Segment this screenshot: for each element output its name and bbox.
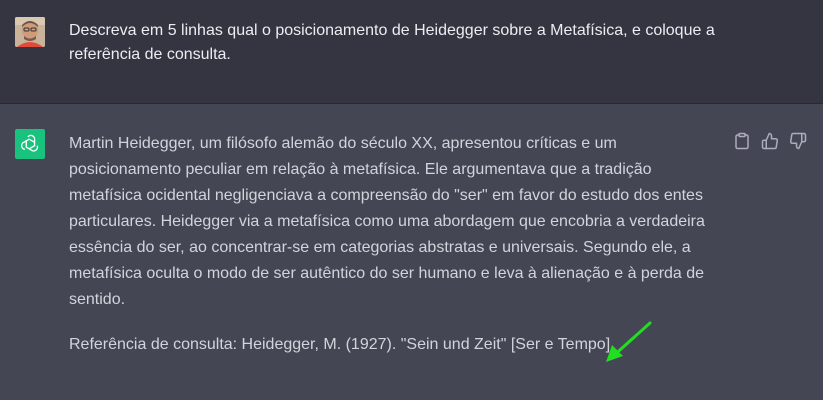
thumbs-down-icon[interactable] bbox=[789, 132, 807, 150]
assistant-message-row: Martin Heidegger, um filósofo alemão do … bbox=[0, 104, 823, 400]
annotation-arrow-icon bbox=[606, 321, 652, 362]
user-message-row: Descreva em 5 linhas qual o posicionamen… bbox=[0, 0, 823, 104]
message-actions bbox=[733, 131, 807, 151]
openai-logo-icon bbox=[15, 129, 45, 159]
clipboard-icon[interactable] bbox=[733, 132, 751, 150]
thumbs-up-icon[interactable] bbox=[761, 132, 779, 150]
user-avatar bbox=[15, 17, 45, 47]
user-message-text: Descreva em 5 linhas qual o posicionamen… bbox=[69, 22, 715, 63]
assistant-paragraph: Martin Heidegger, um filósofo alemão do … bbox=[69, 135, 705, 308]
